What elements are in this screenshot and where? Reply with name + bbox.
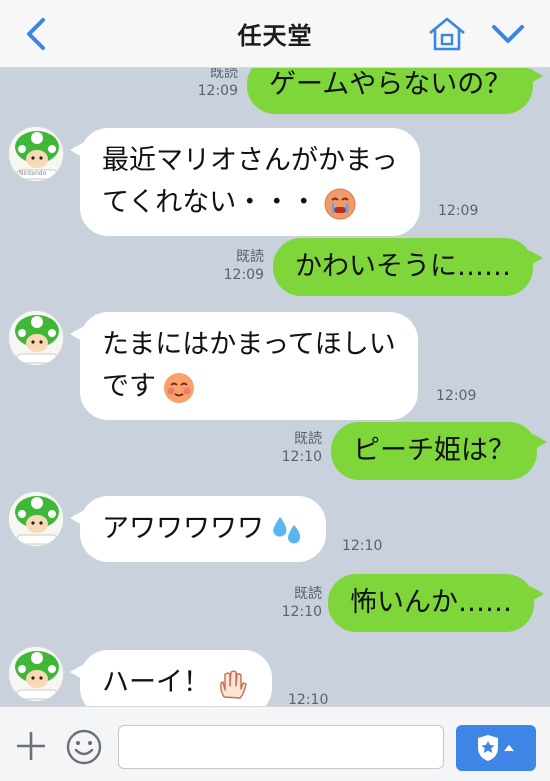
message-text: ピーチ姫は？ <box>353 435 515 466</box>
message-time: 12:10 <box>288 692 329 706</box>
crying-face-icon <box>324 188 356 219</box>
attach-button[interactable] <box>12 727 50 765</box>
read-receipt: 既読 <box>294 431 322 447</box>
message-bubble-outgoing[interactable]: かわいそうに…… <box>273 238 543 296</box>
message-text: 怖いんか…… <box>350 587 512 618</box>
sticker-button[interactable] <box>64 727 104 767</box>
message-bubble-incoming[interactable]: ハーイ！ <box>70 650 272 706</box>
message-bubble-incoming[interactable]: 最近マリオさんがかまっ てくれない・・・ <box>70 128 420 236</box>
avatar[interactable] <box>8 491 64 547</box>
message-time: 12:09 <box>438 203 479 219</box>
read-receipt: 既読 <box>294 586 322 602</box>
message-text: ゲームやらないの？ <box>269 69 512 100</box>
message-meta: 既読 12:10 <box>276 585 322 621</box>
raised-hand-icon <box>220 669 247 699</box>
home-icon <box>429 17 465 51</box>
menu-dropdown-button[interactable] <box>484 14 532 54</box>
shield-star-icon <box>478 735 514 761</box>
avatar[interactable] <box>8 646 64 702</box>
message-time: 12:09 <box>436 388 477 404</box>
message-bubble-outgoing[interactable]: 怖いんか…… <box>328 574 544 632</box>
message-text-line: アワワワワワ <box>102 513 264 544</box>
message-list[interactable]: 既読 12:09 ゲームやらないの？ Nintendo 最近マリオさんがかまっ … <box>0 68 550 706</box>
toad-avatar-icon <box>9 492 63 546</box>
message-time: 12:10 <box>281 449 322 465</box>
message-time: 12:09 <box>197 83 238 99</box>
message-input[interactable] <box>118 725 444 769</box>
message-bubble-outgoing[interactable]: ピーチ姫は？ <box>331 422 547 480</box>
message-bubble-incoming[interactable]: たまにはかまってほしい です <box>70 312 418 420</box>
message-bubble-outgoing[interactable]: ゲームやらないの？ <box>247 68 544 114</box>
blushing-face-icon <box>164 372 194 403</box>
message-meta: 既読 12:10 <box>276 430 322 466</box>
toad-avatar-icon <box>9 311 63 365</box>
smiley-icon <box>66 729 102 765</box>
message-text-line: 最近マリオさんがかまっ <box>102 145 398 176</box>
read-receipt: 既読 <box>210 68 238 81</box>
message-bubble-incoming[interactable]: アワワワワワ <box>70 496 326 562</box>
plus-icon <box>17 732 45 760</box>
read-receipt: 既読 <box>236 249 264 265</box>
avatar[interactable] <box>8 310 64 366</box>
message-meta: 既読 12:09 <box>192 68 238 100</box>
message-meta: 既読 12:09 <box>218 248 264 284</box>
message-time: 12:09 <box>223 267 264 283</box>
avatar[interactable]: Nintendo <box>8 126 64 182</box>
message-input-bar <box>0 706 550 781</box>
message-time: 12:10 <box>281 604 322 620</box>
message-text-line: ハーイ！ <box>102 667 210 698</box>
message-text-line: てくれない・・・ <box>102 187 318 218</box>
toad-avatar-icon <box>9 647 63 701</box>
chevron-down-icon <box>492 25 524 43</box>
home-button[interactable] <box>424 12 470 56</box>
message-text-line: たまにはかまってほしい <box>102 329 396 360</box>
message-text-line: です <box>102 371 156 402</box>
send-button[interactable] <box>456 725 536 771</box>
avatar-label: Nintendo <box>19 170 47 177</box>
chat-header: 任天堂 <box>0 0 550 68</box>
sweat-drops-icon <box>273 516 301 544</box>
message-time: 12:10 <box>342 538 383 554</box>
message-text: かわいそうに…… <box>295 251 511 282</box>
